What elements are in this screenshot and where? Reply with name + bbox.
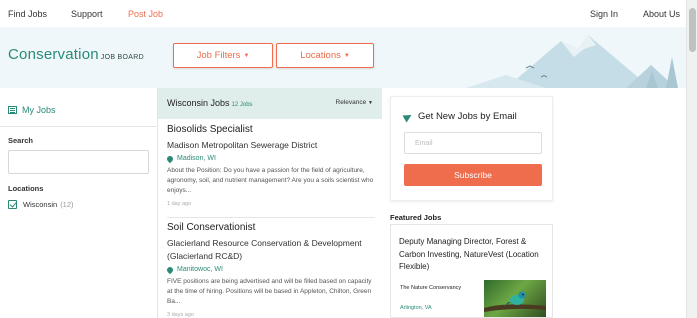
- nav-support[interactable]: Support: [71, 9, 103, 19]
- locations-button[interactable]: Locations ▼: [276, 43, 374, 68]
- job-location: Madison, WI: [165, 154, 375, 163]
- chevron-down-icon: ▼: [368, 100, 373, 106]
- map-pin-icon: [165, 154, 175, 163]
- results-count: 12 Jobs: [231, 102, 253, 108]
- list-icon: [8, 106, 17, 114]
- email-alert-heading-text: Get New Jobs by Email: [418, 111, 517, 122]
- mountain-illustration: [466, 35, 678, 88]
- results-header: Wisconsin Jobs 12 Jobs Relevance ▼: [158, 88, 382, 119]
- job-listing[interactable]: Biosolids Specialist Madison Metropolita…: [165, 124, 375, 207]
- map-pin-icon: [165, 265, 175, 274]
- bird-image: [484, 291, 546, 312]
- right-column: Get New Jobs by Email Email Subscribe Fe…: [382, 88, 682, 318]
- job-listing[interactable]: Soil Conservationist Glacierland Resourc…: [165, 222, 375, 318]
- email-alert-heading: Get New Jobs by Email: [402, 111, 517, 122]
- my-jobs-link[interactable]: My Jobs: [8, 105, 56, 115]
- sidebar-divider: [0, 126, 156, 127]
- hero-banner: Conservation JOB BOARD Job Filters ▼ Locat…: [0, 27, 686, 88]
- nav-sign-in[interactable]: Sign In: [590, 9, 618, 19]
- location-filter-wisconsin[interactable]: Wisconsin (12): [8, 200, 74, 209]
- job-results: Wisconsin Jobs 12 Jobs Relevance ▼ Biosol…: [157, 88, 382, 318]
- job-location-text: Madison, WI: [177, 155, 216, 162]
- subscribe-button[interactable]: Subscribe: [404, 164, 542, 186]
- job-filters-label: Job Filters: [196, 50, 241, 61]
- search-label: Search: [8, 136, 34, 145]
- results-title-text: Wisconsin Jobs: [167, 98, 230, 108]
- job-company: Glacierland Resource Conservation & Deve…: [167, 238, 362, 261]
- job-title[interactable]: Soil Conservationist: [167, 222, 375, 233]
- scrollbar-thumb[interactable]: [689, 8, 696, 52]
- featured-job-org: The Nature Conservancy: [400, 285, 462, 291]
- job-description: About the Position: Do you have a passio…: [167, 167, 374, 194]
- job-posted-age: 3 days ago: [167, 312, 194, 318]
- job-posted-age: 1 day ago: [167, 201, 192, 207]
- nav-post-job[interactable]: Post Job: [128, 9, 163, 19]
- nav-about-us[interactable]: About Us: [643, 9, 680, 19]
- sort-dropdown[interactable]: Relevance ▼: [336, 99, 373, 106]
- featured-jobs-heading: Featured Jobs: [390, 213, 442, 222]
- sort-label: Relevance: [335, 99, 367, 106]
- my-jobs-label: My Jobs: [22, 105, 56, 115]
- featured-job-title[interactable]: Deputy Managing Director, Forest & Carbo…: [399, 236, 549, 274]
- search-input[interactable]: [8, 150, 149, 174]
- results-title: Wisconsin Jobs 12 Jobs: [167, 98, 253, 108]
- job-divider: [167, 217, 375, 218]
- job-title[interactable]: Biosolids Specialist: [167, 124, 375, 135]
- filter-sidebar: My Jobs Search Locations Wisconsin (12): [0, 88, 156, 318]
- chevron-down-icon: ▼: [243, 52, 250, 59]
- page-scrollbar[interactable]: [686, 0, 697, 318]
- chevron-down-icon: ▼: [343, 52, 350, 59]
- paper-plane-icon: [402, 111, 414, 122]
- nav-find-jobs[interactable]: Find Jobs: [8, 9, 47, 19]
- featured-job-location: Arlington, VA: [400, 305, 432, 311]
- location-filter-count: (12): [60, 200, 74, 209]
- job-description: FIVE positions are being advertised and …: [167, 278, 372, 305]
- email-input[interactable]: Email: [404, 132, 542, 154]
- featured-job-image: [484, 280, 546, 317]
- site-logo[interactable]: Conservation JOB BOARD: [8, 46, 144, 63]
- job-location: Manitowoc, WI: [165, 265, 375, 274]
- logo-sub-text: JOB BOARD: [100, 54, 144, 61]
- locations-label: Locations: [300, 50, 341, 61]
- job-location-text: Manitowoc, WI: [177, 266, 223, 273]
- featured-job-card[interactable]: Deputy Managing Director, Forest & Carbo…: [390, 224, 553, 318]
- logo-main-text: Conservation: [8, 46, 99, 63]
- location-filter-label: Wisconsin: [23, 200, 58, 209]
- email-alert-box: Get New Jobs by Email Email Subscribe: [390, 96, 553, 201]
- top-nav: Find Jobs Support Post Job Sign In About…: [0, 0, 686, 27]
- job-filters-button[interactable]: Job Filters ▼: [173, 43, 273, 68]
- checkbox-checked[interactable]: [8, 200, 17, 209]
- locations-filter-label: Locations: [8, 184, 44, 193]
- job-company: Madison Metropolitan Sewerage District: [167, 140, 318, 150]
